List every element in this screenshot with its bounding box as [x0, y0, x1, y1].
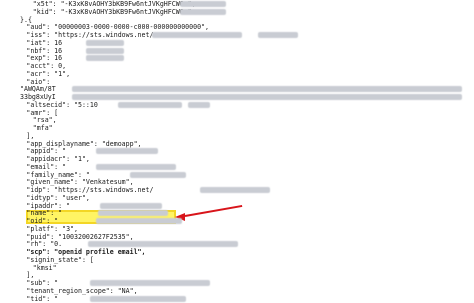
redacted-value	[72, 86, 462, 93]
jwt-token-viewer: "x5t": "-K3xK8vAOHY3bKB9Fw6ntJVKgHFCWGw"…	[0, 0, 474, 303]
token-line: "mfa"	[33, 124, 53, 132]
redacted-value	[85, 47, 124, 54]
redacted-value	[99, 202, 162, 209]
redacted-value	[187, 101, 210, 108]
annotation-arrow-shaft	[184, 204, 243, 217]
token-line: "kid": "-K3xK8vAOHY3bKB9Fw6ntJVKgHFCWGw"	[32, 7, 226, 16]
redacted-value	[179, 1, 226, 7]
redacted-value	[72, 94, 462, 100]
token-line: "kmsi"	[33, 264, 57, 272]
redacted-value	[85, 39, 124, 46]
token-line-text: "kmsi"	[32, 263, 57, 272]
redacted-value	[97, 210, 168, 217]
redacted-value	[117, 101, 182, 108]
token-line-text: "kid": "-K3xK8vAOHY3bKB9Fw6ntJVKgHFCWGw"	[32, 7, 192, 16]
redacted-value	[129, 171, 186, 178]
redacted-value	[95, 163, 176, 170]
redacted-value	[87, 241, 238, 248]
redacted-value	[151, 32, 242, 38]
redacted-value	[199, 187, 270, 193]
redacted-value	[257, 32, 298, 38]
token-line-text: "mfa"	[32, 124, 53, 132]
redacted-value	[95, 148, 158, 155]
redacted-value	[85, 55, 124, 62]
redacted-value	[179, 8, 226, 15]
redacted-value	[95, 218, 182, 224]
redacted-value	[89, 280, 210, 286]
